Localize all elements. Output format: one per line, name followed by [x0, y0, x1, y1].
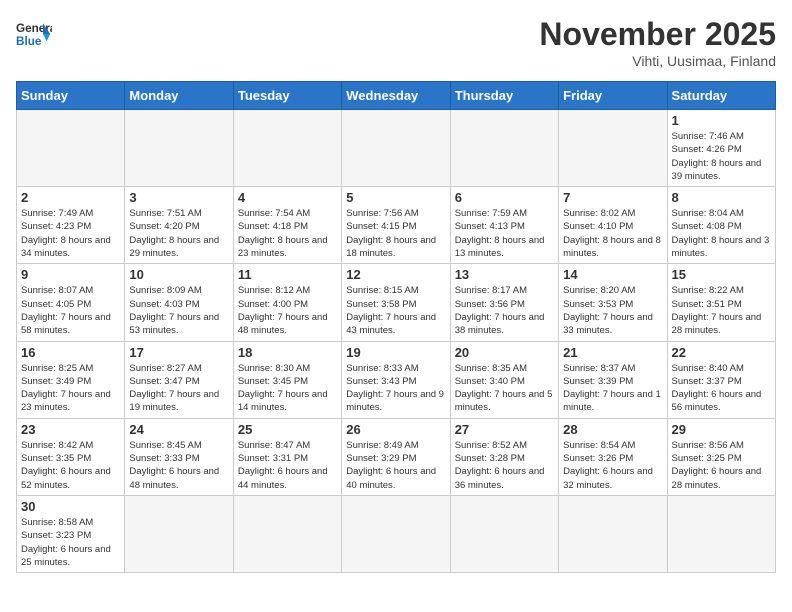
- day-3: 3 Sunrise: 7:51 AMSunset: 4:20 PMDayligh…: [125, 187, 233, 264]
- week-row-3: 9 Sunrise: 8:07 AMSunset: 4:05 PMDayligh…: [17, 264, 776, 341]
- header-sunday: Sunday: [17, 82, 125, 110]
- empty-cell: [559, 110, 667, 187]
- header-friday: Friday: [559, 82, 667, 110]
- svg-text:Blue: Blue: [16, 35, 42, 48]
- empty-cell: [342, 495, 450, 572]
- day-26: 26 Sunrise: 8:49 AMSunset: 3:29 PMDaylig…: [342, 418, 450, 495]
- header-wednesday: Wednesday: [342, 82, 450, 110]
- empty-cell: [559, 495, 667, 572]
- week-row-4: 16 Sunrise: 8:25 AMSunset: 3:49 PMDaylig…: [17, 341, 776, 418]
- day-11: 11 Sunrise: 8:12 AMSunset: 4:00 PMDaylig…: [233, 264, 341, 341]
- logo-icon: General Blue: [16, 16, 52, 52]
- day-28: 28 Sunrise: 8:54 AMSunset: 3:26 PMDaylig…: [559, 418, 667, 495]
- title-section: November 2025 Vihti, Uusimaa, Finland: [539, 16, 776, 69]
- week-row-6: 30 Sunrise: 8:58 AMSunset: 3:23 PMDaylig…: [17, 495, 776, 572]
- day-2: 2 Sunrise: 7:49 AMSunset: 4:23 PMDayligh…: [17, 187, 125, 264]
- location-subtitle: Vihti, Uusimaa, Finland: [539, 53, 776, 69]
- empty-cell: [233, 495, 341, 572]
- empty-cell: [17, 110, 125, 187]
- header-tuesday: Tuesday: [233, 82, 341, 110]
- day-6: 6 Sunrise: 7:59 AMSunset: 4:13 PMDayligh…: [450, 187, 558, 264]
- day-29: 29 Sunrise: 8:56 AMSunset: 3:25 PMDaylig…: [667, 418, 775, 495]
- empty-cell: [125, 495, 233, 572]
- day-12: 12 Sunrise: 8:15 AMSunset: 3:58 PMDaylig…: [342, 264, 450, 341]
- day-5: 5 Sunrise: 7:56 AMSunset: 4:15 PMDayligh…: [342, 187, 450, 264]
- day-9: 9 Sunrise: 8:07 AMSunset: 4:05 PMDayligh…: [17, 264, 125, 341]
- header-thursday: Thursday: [450, 82, 558, 110]
- day-4: 4 Sunrise: 7:54 AMSunset: 4:18 PMDayligh…: [233, 187, 341, 264]
- day-14: 14 Sunrise: 8:20 AMSunset: 3:53 PMDaylig…: [559, 264, 667, 341]
- empty-cell: [342, 110, 450, 187]
- logo: General Blue: [16, 16, 52, 52]
- day-23: 23 Sunrise: 8:42 AMSunset: 3:35 PMDaylig…: [17, 418, 125, 495]
- day-21: 21 Sunrise: 8:37 AMSunset: 3:39 PMDaylig…: [559, 341, 667, 418]
- empty-cell: [450, 110, 558, 187]
- month-title: November 2025: [539, 16, 776, 53]
- day-20: 20 Sunrise: 8:35 AMSunset: 3:40 PMDaylig…: [450, 341, 558, 418]
- day-1: 1 Sunrise: 7:46 AMSunset: 4:26 PMDayligh…: [667, 110, 775, 187]
- header-monday: Monday: [125, 82, 233, 110]
- day-16: 16 Sunrise: 8:25 AMSunset: 3:49 PMDaylig…: [17, 341, 125, 418]
- day-15: 15 Sunrise: 8:22 AMSunset: 3:51 PMDaylig…: [667, 264, 775, 341]
- day-27: 27 Sunrise: 8:52 AMSunset: 3:28 PMDaylig…: [450, 418, 558, 495]
- day-19: 19 Sunrise: 8:33 AMSunset: 3:43 PMDaylig…: [342, 341, 450, 418]
- day-info: Sunrise: 7:46 AMSunset: 4:26 PMDaylight:…: [672, 130, 771, 183]
- empty-cell: [450, 495, 558, 572]
- day-25: 25 Sunrise: 8:47 AMSunset: 3:31 PMDaylig…: [233, 418, 341, 495]
- day-8: 8 Sunrise: 8:04 AMSunset: 4:08 PMDayligh…: [667, 187, 775, 264]
- empty-cell: [233, 110, 341, 187]
- day-number: 1: [672, 113, 771, 128]
- week-row-2: 2 Sunrise: 7:49 AMSunset: 4:23 PMDayligh…: [17, 187, 776, 264]
- week-row-1: 1 Sunrise: 7:46 AMSunset: 4:26 PMDayligh…: [17, 110, 776, 187]
- day-18: 18 Sunrise: 8:30 AMSunset: 3:45 PMDaylig…: [233, 341, 341, 418]
- day-30: 30 Sunrise: 8:58 AMSunset: 3:23 PMDaylig…: [17, 495, 125, 572]
- week-row-5: 23 Sunrise: 8:42 AMSunset: 3:35 PMDaylig…: [17, 418, 776, 495]
- header-saturday: Saturday: [667, 82, 775, 110]
- weekday-header-row: Sunday Monday Tuesday Wednesday Thursday…: [17, 82, 776, 110]
- day-22: 22 Sunrise: 8:40 AMSunset: 3:37 PMDaylig…: [667, 341, 775, 418]
- day-24: 24 Sunrise: 8:45 AMSunset: 3:33 PMDaylig…: [125, 418, 233, 495]
- empty-cell: [667, 495, 775, 572]
- day-10: 10 Sunrise: 8:09 AMSunset: 4:03 PMDaylig…: [125, 264, 233, 341]
- day-17: 17 Sunrise: 8:27 AMSunset: 3:47 PMDaylig…: [125, 341, 233, 418]
- page-header: General Blue November 2025 Vihti, Uusima…: [16, 16, 776, 69]
- empty-cell: [125, 110, 233, 187]
- day-7: 7 Sunrise: 8:02 AMSunset: 4:10 PMDayligh…: [559, 187, 667, 264]
- day-13: 13 Sunrise: 8:17 AMSunset: 3:56 PMDaylig…: [450, 264, 558, 341]
- calendar-table: Sunday Monday Tuesday Wednesday Thursday…: [16, 81, 776, 573]
